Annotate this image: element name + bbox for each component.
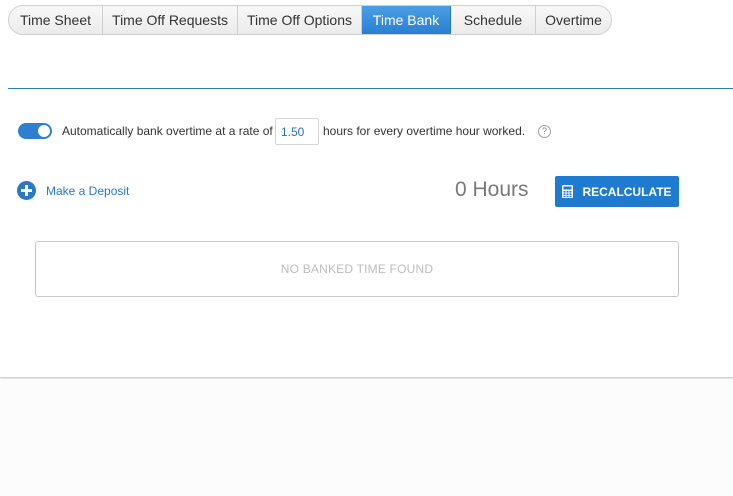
page-background bbox=[0, 379, 733, 496]
time-bank-panel: Time Sheet Time Off Requests Time Off Op… bbox=[0, 0, 733, 378]
make-deposit-link[interactable]: Make a Deposit bbox=[46, 184, 129, 198]
recalculate-button[interactable]: RECALCULATE bbox=[555, 176, 679, 207]
bank-balance-hours: 0 Hours bbox=[455, 178, 529, 201]
recalculate-label: RECALCULATE bbox=[582, 184, 672, 199]
empty-state-message: NO BANKED TIME FOUND bbox=[280, 262, 434, 276]
auto-bank-toggle[interactable] bbox=[18, 123, 52, 139]
tab-bar: Time Sheet Time Off Requests Time Off Op… bbox=[8, 5, 612, 35]
plus-circle-icon[interactable] bbox=[17, 181, 36, 200]
tab-overtime[interactable]: Overtime bbox=[536, 6, 611, 34]
help-icon[interactable]: ? bbox=[538, 125, 551, 138]
overtime-rate-input[interactable] bbox=[275, 118, 319, 145]
toggle-knob bbox=[38, 125, 50, 137]
banked-time-empty-state: NO BANKED TIME FOUND bbox=[35, 241, 679, 297]
tab-time-sheet[interactable]: Time Sheet bbox=[9, 6, 103, 34]
tab-time-bank[interactable]: Time Bank bbox=[362, 6, 451, 34]
tab-time-off-options[interactable]: Time Off Options bbox=[238, 6, 362, 34]
tab-time-off-requests[interactable]: Time Off Requests bbox=[103, 6, 238, 34]
calculator-icon bbox=[562, 185, 574, 198]
auto-bank-label-before: Automatically bank overtime at a rate of bbox=[62, 124, 273, 138]
tab-schedule[interactable]: Schedule bbox=[451, 6, 536, 34]
header-divider bbox=[8, 88, 733, 89]
auto-bank-label-after: hours for every overtime hour worked. bbox=[323, 124, 526, 138]
